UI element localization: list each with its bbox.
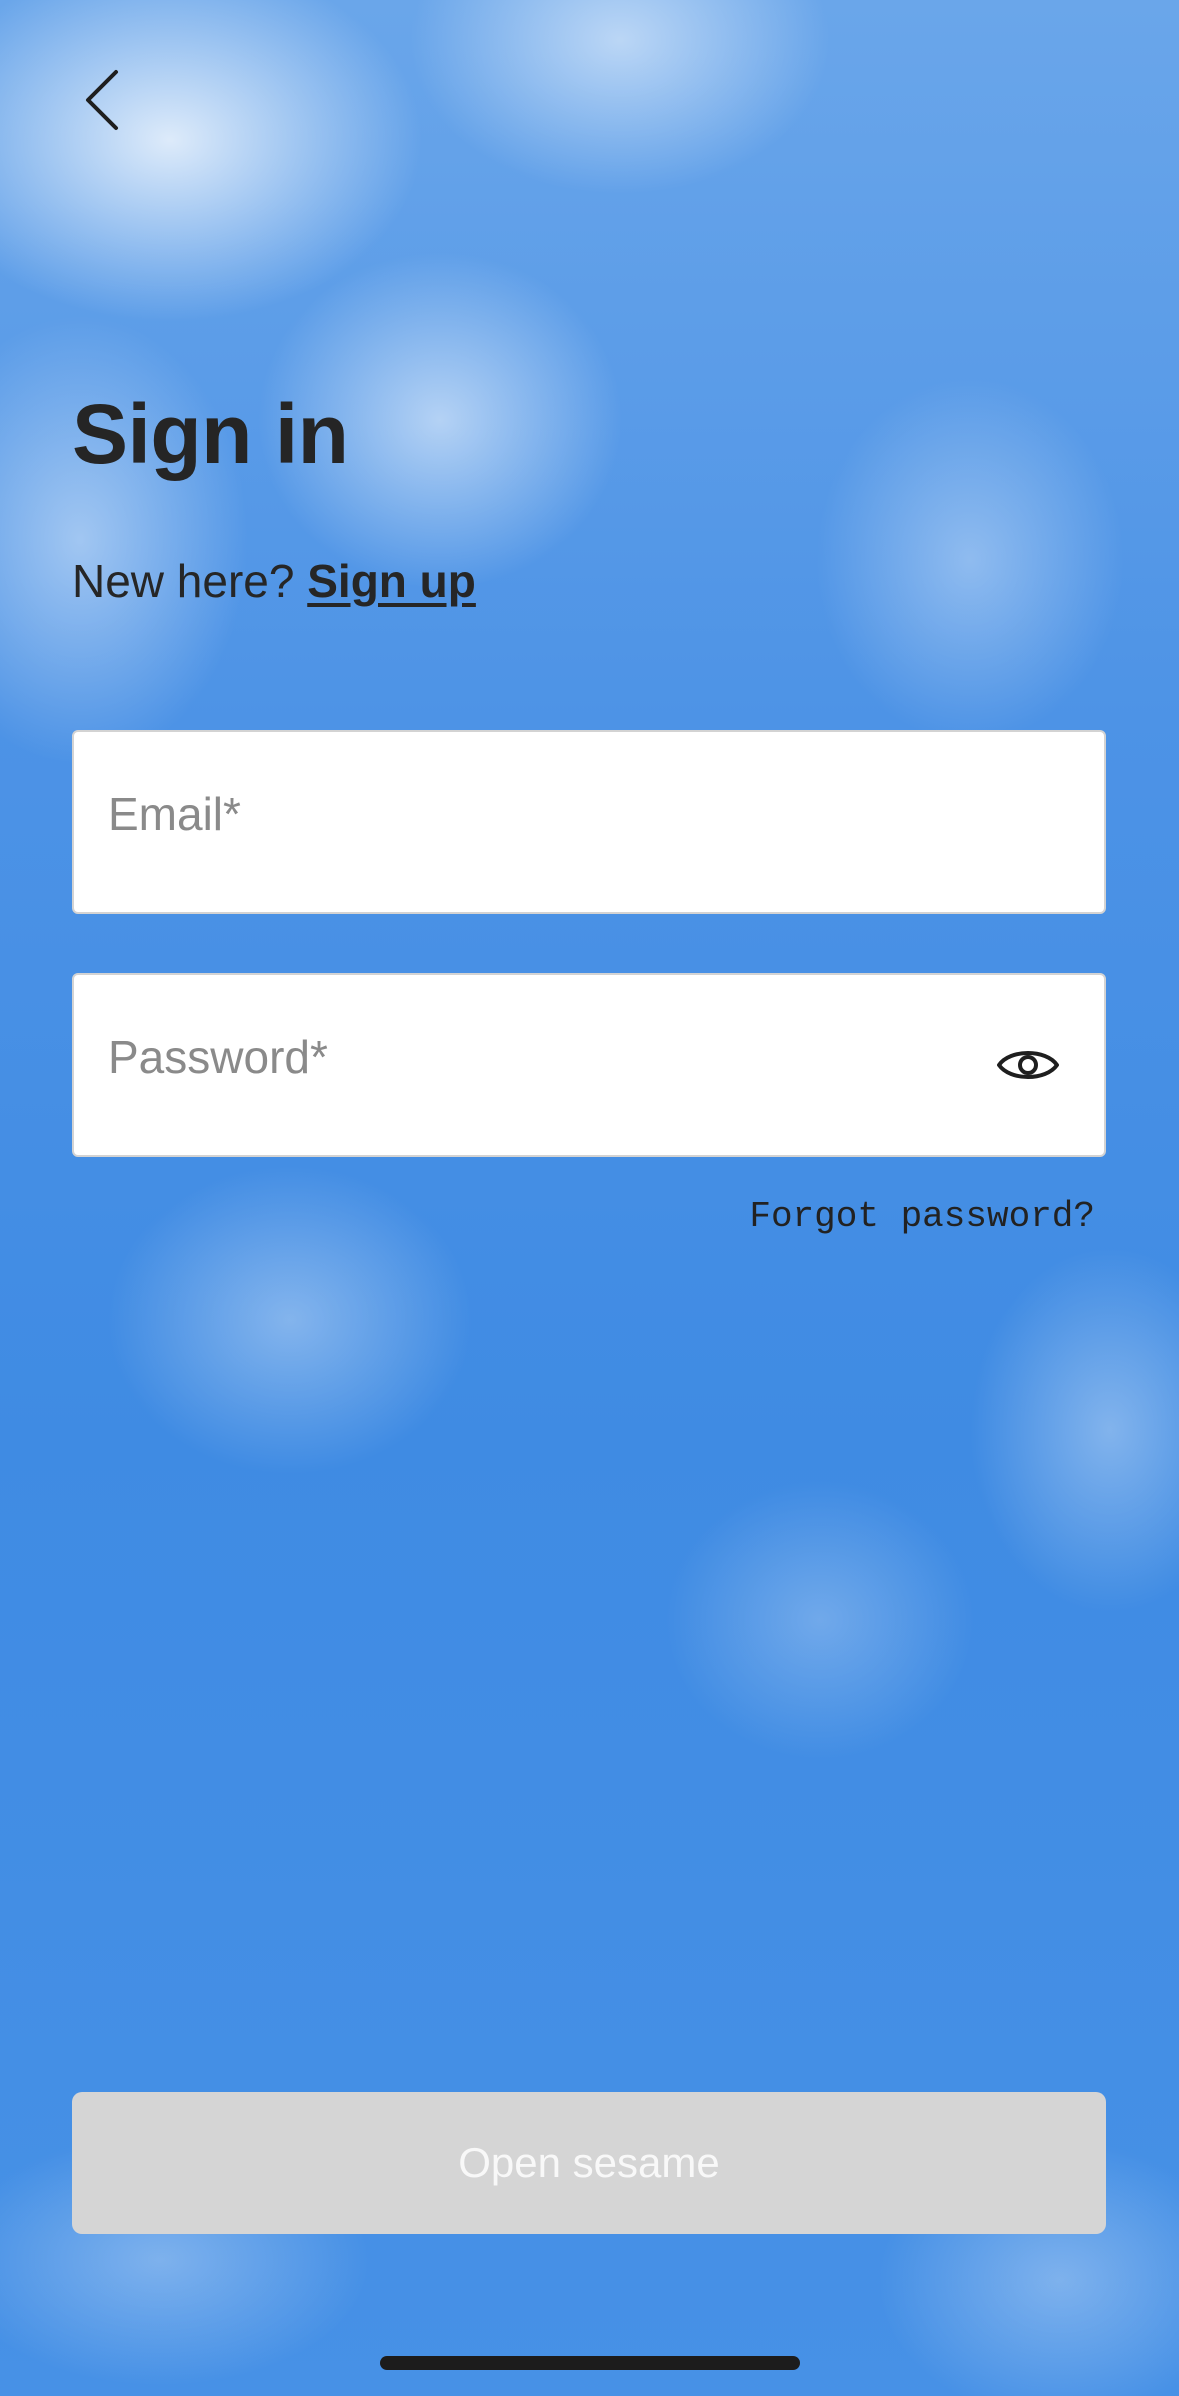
new-here-text: New here?: [72, 555, 295, 607]
forgot-password-link[interactable]: Forgot password?: [749, 1196, 1095, 1237]
open-sesame-button[interactable]: Open sesame: [72, 2092, 1106, 2234]
home-indicator: [380, 2356, 800, 2370]
email-field-container[interactable]: [72, 730, 1106, 914]
back-button[interactable]: [72, 62, 132, 138]
chevron-left-icon: [86, 70, 118, 130]
signup-link[interactable]: Sign up: [307, 555, 476, 607]
email-field[interactable]: [108, 784, 968, 844]
password-field-container[interactable]: [72, 973, 1106, 1157]
page-title: Sign in: [72, 387, 349, 481]
eye-icon: [997, 1051, 1059, 1079]
signup-prompt: New here? Sign up: [72, 556, 476, 607]
password-field[interactable]: [108, 1027, 968, 1087]
show-password-toggle[interactable]: [996, 1043, 1060, 1087]
